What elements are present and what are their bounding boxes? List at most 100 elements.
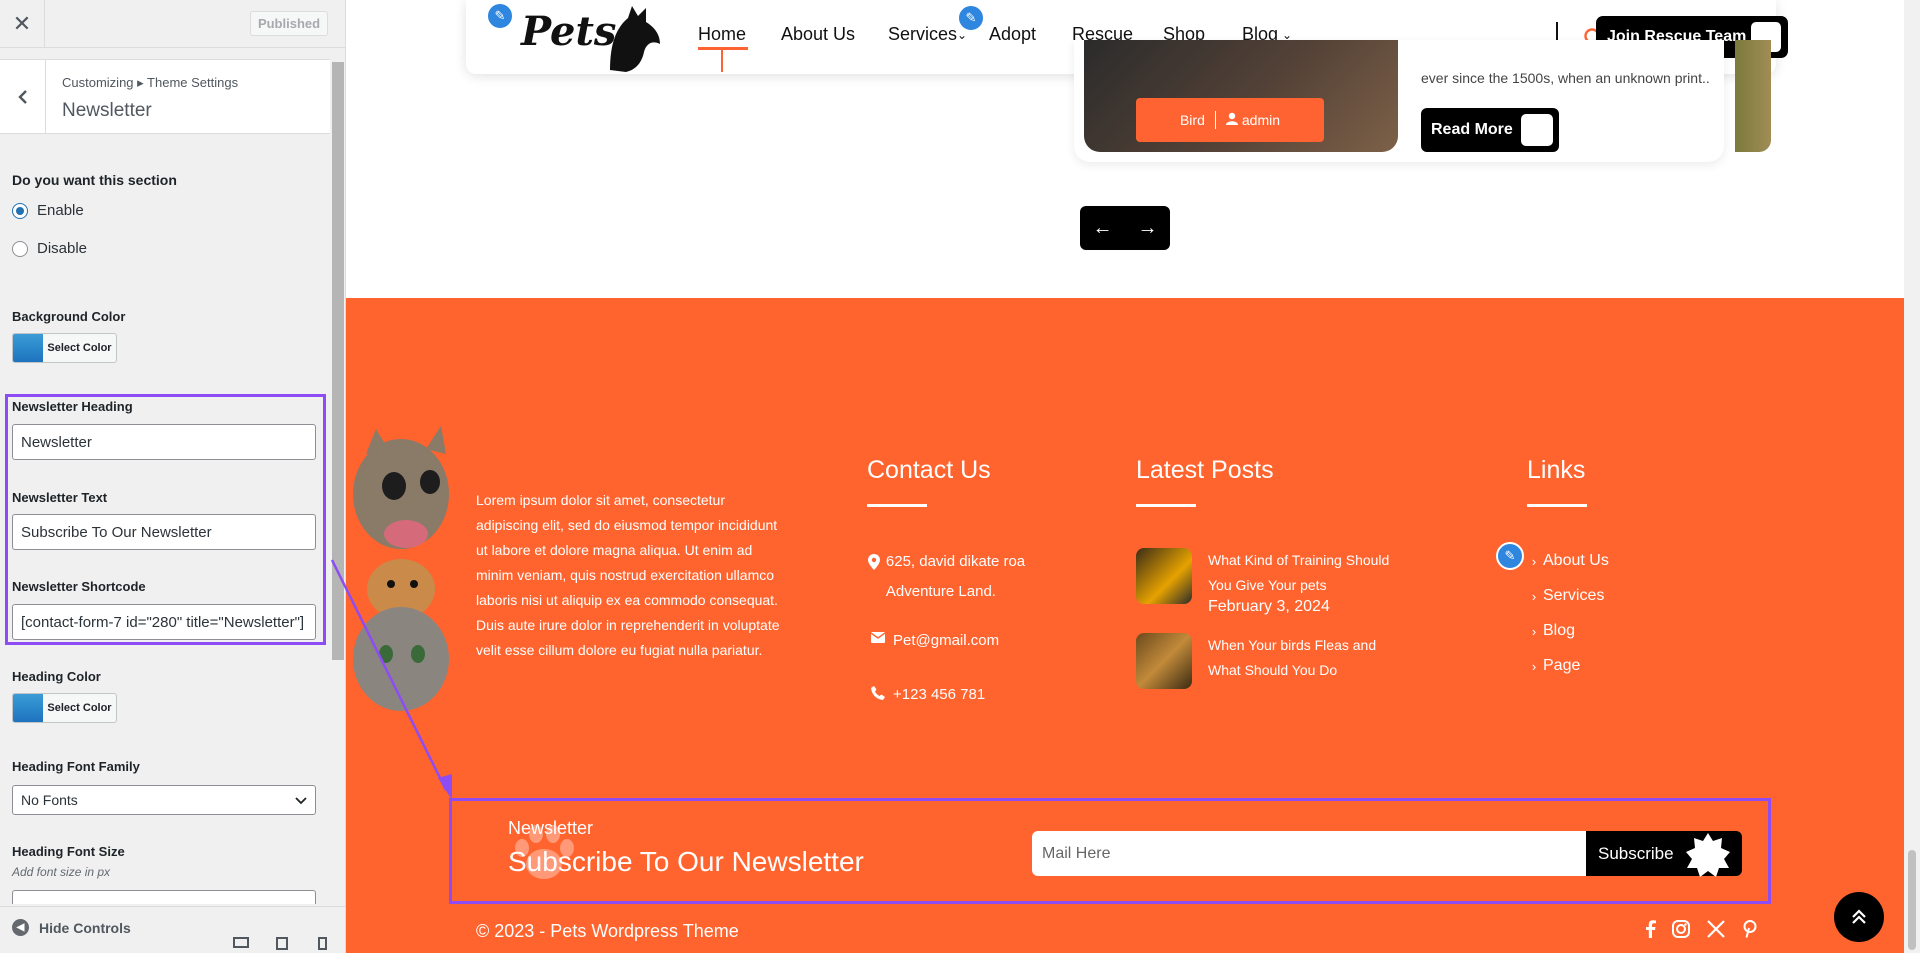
chevron-right-icon: › bbox=[1531, 553, 1537, 569]
site-footer: Lorem ipsum dolor sit amet, consectetur … bbox=[346, 298, 1904, 953]
disable-label: Disable bbox=[37, 240, 88, 257]
contact-heading: Contact Us bbox=[867, 456, 991, 484]
newsletter-shortcode-label: Newsletter Shortcode bbox=[12, 579, 146, 594]
font-size-input[interactable] bbox=[12, 890, 316, 904]
footer-link-services[interactable]: › Services bbox=[1527, 587, 1605, 605]
preview-scrollbar[interactable] bbox=[1904, 0, 1920, 953]
email-icon bbox=[867, 632, 889, 643]
facebook-icon[interactable] bbox=[1644, 920, 1656, 943]
footer-about-text: Lorem ipsum dolor sit amet, consectetur … bbox=[476, 492, 780, 658]
newsletter-heading-label: Newsletter Heading bbox=[12, 399, 133, 414]
post-title[interactable]: What Kind of Training Should You Give Yo… bbox=[1208, 548, 1408, 598]
font-size-label: Heading Font Size bbox=[12, 844, 125, 859]
phone-text: +123 456 781 bbox=[893, 686, 986, 703]
newsletter-text-label: Newsletter Text bbox=[12, 490, 108, 505]
newsletter-text-input[interactable]: Subscribe To Our Newsletter bbox=[12, 514, 316, 550]
close-icon[interactable]: ✕ bbox=[0, 0, 45, 48]
arrow-right-icon[interactable]: → bbox=[1138, 217, 1158, 240]
select-color-label: Select Color bbox=[47, 342, 112, 354]
published-button[interactable]: Published bbox=[250, 11, 328, 36]
latest-post-item[interactable]: What Kind of Training Should You Give Yo… bbox=[1136, 548, 1396, 628]
pets-illustration bbox=[353, 426, 449, 711]
subscribe-button[interactable]: Subscribe bbox=[1586, 831, 1742, 877]
hide-controls-button[interactable]: ◀ Hide Controls bbox=[12, 919, 131, 936]
email-text: Pet@gmail.com bbox=[893, 632, 1000, 649]
breadcrumb: Customizing ▸ Theme Settings bbox=[62, 75, 239, 90]
site-preview: ✎ Pets Home About Us Services ⌄ ✎ Adopt … bbox=[346, 0, 1920, 953]
font-family-select[interactable]: No Fonts bbox=[12, 785, 316, 815]
x-twitter-icon[interactable] bbox=[1707, 920, 1725, 943]
nav-about[interactable]: About Us bbox=[781, 24, 855, 45]
mobile-preview-icon[interactable] bbox=[318, 937, 327, 950]
scrollbar-thumb[interactable] bbox=[1908, 850, 1916, 950]
font-size-hint: Add font size in px bbox=[12, 865, 111, 879]
subscribe-label: Subscribe bbox=[1598, 843, 1674, 863]
latest-posts-heading: Latest Posts bbox=[1136, 456, 1274, 484]
post-thumbnail bbox=[1136, 633, 1192, 689]
footer-link-blog[interactable]: › Blog bbox=[1527, 622, 1575, 640]
newsletter-heading-input[interactable]: Newsletter bbox=[12, 424, 316, 460]
card-meta: Bird admin bbox=[1136, 98, 1324, 142]
enable-radio[interactable]: Enable bbox=[12, 202, 84, 219]
hide-controls-label: Hide Controls bbox=[39, 919, 131, 936]
pinterest-icon[interactable] bbox=[1743, 920, 1757, 943]
carousel-controls: ← → bbox=[1080, 206, 1170, 250]
active-indicator bbox=[721, 50, 723, 72]
footer-link-about[interactable]: › About Us bbox=[1527, 552, 1609, 570]
post-thumbnail bbox=[1136, 548, 1192, 604]
edit-pencil-icon[interactable]: ✎ bbox=[486, 2, 514, 30]
font-family-value: No Fonts bbox=[21, 792, 78, 808]
heading-color-label: Heading Color bbox=[12, 669, 101, 684]
newsletter-heading: Newsletter bbox=[508, 818, 594, 838]
latest-post-item[interactable]: When Your birds Fleas and What Should Yo… bbox=[1136, 633, 1396, 693]
user-icon bbox=[1225, 112, 1238, 128]
blog-card: Bird admin ever since the 1500s, when an… bbox=[1074, 40, 1724, 162]
customizer-header: ✕ Published bbox=[0, 0, 345, 48]
customizer-footer: ◀ Hide Controls bbox=[0, 906, 345, 953]
contact-phone[interactable]: +123 456 781 bbox=[867, 686, 985, 703]
chevron-right-icon: › bbox=[1531, 588, 1537, 604]
post-date: February 3, 2024 bbox=[1208, 598, 1330, 615]
read-more-label: Read More bbox=[1431, 121, 1513, 138]
logo-animal-icon bbox=[610, 6, 660, 72]
category-tag[interactable]: Bird bbox=[1180, 112, 1205, 128]
newsletter-shortcode-input[interactable]: [contact-form-7 id="280" title="Newslett… bbox=[12, 604, 316, 640]
newsletter-email-input[interactable]: Mail Here bbox=[1032, 831, 1586, 876]
scroll-to-top-button[interactable] bbox=[1834, 892, 1884, 942]
nav-services[interactable]: Services bbox=[888, 24, 957, 45]
badge-star-icon bbox=[1686, 833, 1730, 877]
link-label: Blog bbox=[1543, 622, 1576, 639]
arrow-left-icon[interactable]: ← bbox=[1093, 217, 1113, 240]
nav-adopt[interactable]: Adopt bbox=[989, 24, 1036, 45]
scrollbar-thumb[interactable] bbox=[332, 62, 344, 660]
instagram-icon[interactable] bbox=[1672, 920, 1690, 943]
back-arrow-icon[interactable] bbox=[0, 60, 46, 134]
color-swatch bbox=[13, 334, 43, 362]
sidebar-scrollbar[interactable] bbox=[330, 60, 345, 906]
nav-home[interactable]: Home bbox=[698, 24, 746, 45]
heading-color-picker[interactable]: Select Color bbox=[12, 693, 117, 723]
bg-color-picker[interactable]: Select Color bbox=[12, 333, 117, 363]
address-text: 625, david dikate roa Adventure Land. bbox=[885, 553, 1026, 600]
post-title[interactable]: When Your birds Fleas and What Should Yo… bbox=[1208, 633, 1408, 683]
footer-link-page[interactable]: › Page bbox=[1527, 657, 1581, 675]
site-logo[interactable]: Pets bbox=[521, 8, 616, 55]
chevron-down-icon bbox=[295, 792, 307, 808]
edit-pencil-icon[interactable]: ✎ bbox=[1496, 542, 1524, 570]
tablet-preview-icon[interactable] bbox=[276, 937, 288, 950]
link-label: Page bbox=[1543, 657, 1581, 674]
chevron-right-icon: › bbox=[1531, 623, 1537, 639]
customizer-controls: Do you want this section Enable Disable … bbox=[0, 134, 330, 906]
disable-radio[interactable]: Disable bbox=[12, 240, 87, 257]
radio-checked-icon bbox=[12, 202, 28, 219]
copyright-text: © 2023 - Pets Wordpress Theme bbox=[476, 921, 739, 941]
link-label: About Us bbox=[1543, 552, 1609, 569]
location-pin-icon bbox=[867, 547, 882, 577]
author-name[interactable]: admin bbox=[1242, 112, 1280, 128]
read-more-button[interactable]: Read More bbox=[1421, 108, 1559, 152]
edit-pencil-icon[interactable]: ✎ bbox=[957, 4, 985, 32]
desktop-preview-icon[interactable] bbox=[233, 937, 249, 948]
enable-label: Enable bbox=[37, 202, 84, 219]
bg-color-label: Background Color bbox=[12, 309, 126, 324]
contact-email[interactable]: Pet@gmail.com bbox=[867, 632, 999, 649]
